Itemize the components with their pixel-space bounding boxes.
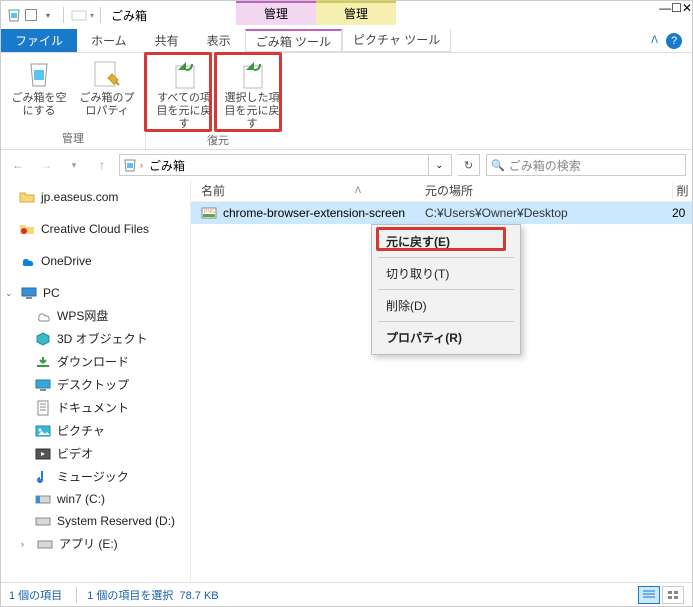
view-tab[interactable]: 表示: [193, 29, 245, 52]
ctx-cut[interactable]: 切り取り(T): [374, 259, 518, 288]
documents-icon: [35, 400, 51, 416]
search-input[interactable]: 🔍 ごみ箱の検索: [486, 154, 686, 176]
share-tab[interactable]: 共有: [141, 29, 193, 52]
refresh-button[interactable]: ↻: [458, 154, 480, 176]
sort-asc-icon: ᐱ: [355, 185, 361, 196]
picture-tools-tab[interactable]: ピクチャ ツール: [342, 29, 451, 52]
file-location: C:¥Users¥Owner¥Desktop: [421, 206, 672, 220]
file-tab[interactable]: ファイル: [1, 29, 77, 52]
recycle-bin-path-icon: [122, 157, 138, 173]
recycle-bin-properties-button[interactable]: ごみ箱のプロパティ: [75, 55, 139, 129]
nav-forward-button: →: [35, 154, 57, 176]
tree-item-pc[interactable]: ⌄PC: [1, 282, 190, 304]
separator: [378, 321, 514, 322]
separator: [378, 257, 514, 258]
3d-objects-icon: [35, 331, 51, 347]
chevron-right-icon[interactable]: ›: [140, 160, 143, 170]
col-location[interactable]: 元の場所: [421, 182, 672, 199]
drive-icon: [37, 536, 53, 552]
file-right-col: 20: [672, 206, 692, 220]
empty-label: ごみ箱を空にする: [7, 92, 71, 118]
separator: [378, 289, 514, 290]
file-name: chrome-browser-extension-screen: [223, 206, 405, 220]
drive-icon: [35, 491, 51, 507]
pc-icon: [21, 285, 37, 301]
tree-item-easeus[interactable]: jp.easeus.com: [1, 186, 190, 208]
png-file-icon: PNG: [201, 205, 217, 221]
details-view-button[interactable]: [638, 586, 660, 604]
tree-item-3dobjects[interactable]: 3D オブジェクト: [1, 327, 190, 350]
address-bar[interactable]: › ごみ箱 ⌄: [119, 154, 452, 176]
window-title: ごみ箱: [105, 1, 147, 29]
recycle-tools-tab[interactable]: ごみ箱 ツール: [245, 29, 342, 52]
minimize-button[interactable]: ―: [659, 1, 671, 29]
status-item-count: 1 個の項目: [9, 587, 62, 603]
large-icons-view-button[interactable]: [662, 586, 684, 604]
cloud-files-icon: [19, 221, 35, 237]
tree-item-apps[interactable]: ›アプリ (E:): [1, 532, 190, 555]
close-button[interactable]: ✕: [682, 1, 692, 29]
column-headers[interactable]: 名前 ᐱ 元の場所 削: [191, 180, 692, 202]
tree-item-pictures[interactable]: ピクチャ: [1, 419, 190, 442]
contextual-tab-manage-2: 管理: [316, 1, 396, 25]
recycle-bin-icon: [5, 6, 23, 24]
expand-icon[interactable]: ›: [21, 539, 31, 549]
onedrive-icon: [19, 253, 35, 269]
maximize-button[interactable]: ☐: [671, 1, 682, 29]
props-label: ごみ箱のプロパティ: [75, 92, 139, 118]
file-list-item[interactable]: PNG chrome-browser-extension-screen C:¥Us…: [191, 202, 692, 224]
tree-item-desktop[interactable]: デスクトップ: [1, 373, 190, 396]
context-menu: 元に戻す(E) 切り取り(T) 削除(D) プロパティ(R): [371, 224, 521, 355]
nav-up-button[interactable]: ↑: [91, 154, 113, 176]
status-selected: 1 個の項目を選択: [87, 590, 173, 602]
drive-icon: [35, 513, 51, 529]
search-placeholder: ごみ箱の検索: [509, 157, 581, 174]
ctx-restore[interactable]: 元に戻す(E): [374, 227, 518, 256]
nav-recent-button[interactable]: ▾: [63, 154, 85, 176]
tree-item-downloads[interactable]: ダウンロード: [1, 350, 190, 373]
checkbox-icon[interactable]: [25, 9, 37, 21]
nav-back-button[interactable]: ←: [7, 154, 29, 176]
folder-icon: [19, 189, 35, 205]
ctx-properties[interactable]: プロパティ(R): [374, 323, 518, 352]
tree-item-music[interactable]: ミュージック: [1, 465, 190, 488]
tree-item-ccf[interactable]: Creative Cloud Files: [1, 218, 190, 240]
wps-cloud-icon: [35, 308, 51, 324]
contextual-tab-manage-1: 管理: [236, 1, 316, 25]
navigation-tree[interactable]: jp.easeus.com Creative Cloud Files OneDr…: [1, 180, 191, 582]
restore-all-label: すべての項目を元に戻す: [152, 92, 216, 131]
empty-recycle-bin-button[interactable]: ごみ箱を空にする: [7, 55, 71, 129]
address-dropdown-icon[interactable]: ⌄: [428, 155, 449, 175]
restore-sel-label: 選択した項目を元に戻す: [220, 92, 284, 131]
status-bar: 1 個の項目 1 個の項目を選択 78.7 KB: [1, 582, 692, 606]
home-tab[interactable]: ホーム: [77, 29, 141, 52]
search-icon: 🔍: [491, 159, 505, 172]
tree-item-wps[interactable]: WPS网盘: [1, 304, 190, 327]
tree-item-documents[interactable]: ドキュメント: [1, 396, 190, 419]
qat-dropdown-icon[interactable]: ▾: [39, 6, 57, 24]
path-segment[interactable]: ごみ箱: [145, 157, 189, 174]
ribbon-group-manage-label: 管理: [62, 129, 84, 149]
collapse-icon[interactable]: ⌄: [5, 288, 15, 299]
pictures-icon: [35, 423, 51, 439]
help-icon[interactable]: ?: [666, 33, 682, 49]
videos-icon: [35, 446, 51, 462]
ribbon-collapse-icon[interactable]: ᐱ: [651, 35, 658, 46]
tree-item-onedrive[interactable]: OneDrive: [1, 250, 190, 272]
desktop-icon: [35, 377, 51, 393]
restore-selected-button[interactable]: 選択した項目を元に戻す: [220, 55, 284, 131]
tree-item-win7[interactable]: win7 (C:): [1, 488, 190, 510]
ribbon-group-restore-label: 復元: [207, 131, 229, 151]
restore-all-button[interactable]: すべての項目を元に戻す: [152, 55, 216, 131]
status-size: 78.7 KB: [180, 590, 219, 602]
col-deleted[interactable]: 削: [672, 182, 692, 199]
music-icon: [35, 469, 51, 485]
tree-item-sysres[interactable]: System Reserved (D:): [1, 510, 190, 532]
downloads-icon: [35, 354, 51, 370]
ctx-delete[interactable]: 削除(D): [374, 291, 518, 320]
tree-item-videos[interactable]: ビデオ: [1, 442, 190, 465]
svg-text:PNG: PNG: [204, 209, 215, 215]
folder-small-icon: [70, 6, 88, 24]
col-name[interactable]: 名前: [201, 182, 225, 199]
